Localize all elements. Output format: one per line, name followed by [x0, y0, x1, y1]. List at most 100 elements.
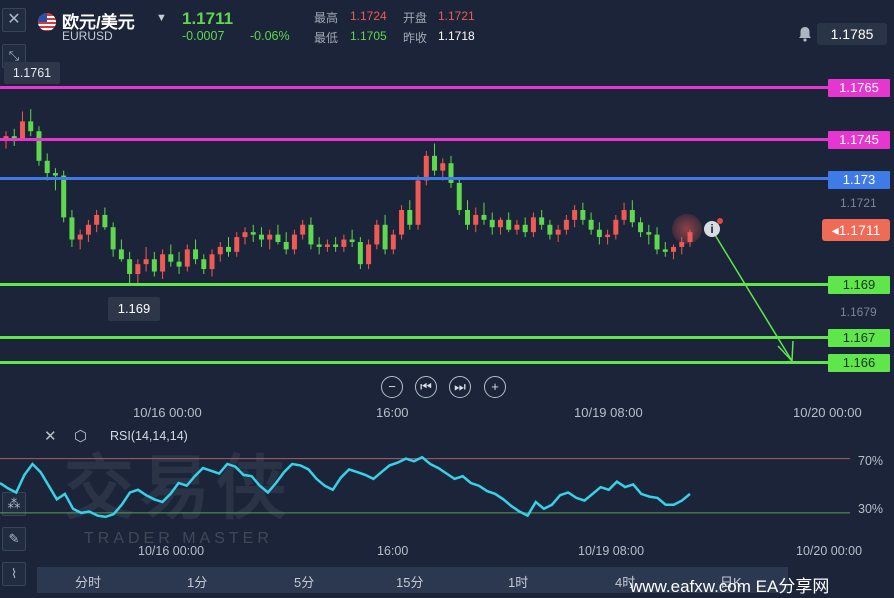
- candle-body: [168, 254, 174, 262]
- candle-body: [539, 217, 545, 225]
- open-label: 开盘: [403, 11, 428, 25]
- candle-body: [464, 210, 470, 225]
- candle-body: [226, 246, 232, 252]
- candle-body: [671, 246, 677, 252]
- candle-body: [242, 232, 248, 238]
- candle-body: [143, 259, 149, 265]
- prev-close-label: 昨收: [403, 31, 428, 45]
- high-value: 1.1724: [350, 9, 387, 23]
- close-icon[interactable]: ✕: [2, 8, 26, 32]
- high-label: 最高: [314, 11, 339, 25]
- candle-body: [662, 249, 668, 252]
- open-value: 1.1721: [438, 9, 475, 23]
- candle-body: [349, 239, 355, 242]
- tf-5m[interactable]: 5分: [294, 572, 314, 591]
- current-price: 1.1711: [182, 9, 234, 28]
- candle-body: [184, 249, 190, 267]
- candle-body: [151, 259, 157, 272]
- level-label-1745: 1.1745: [828, 131, 890, 149]
- candle-body: [481, 214, 487, 220]
- close-rsi-icon[interactable]: ✕: [44, 427, 57, 445]
- tf-15m[interactable]: 15分: [396, 572, 423, 591]
- candle-body: [621, 210, 627, 220]
- candle-body: [382, 224, 388, 250]
- rsi-time-2: 16:00: [377, 544, 409, 558]
- candle-body: [432, 155, 438, 171]
- prev-close-value: 1.1718: [438, 29, 475, 43]
- candle-body: [390, 234, 396, 250]
- time-label-4: 10/20 00:00: [793, 405, 862, 420]
- candle-body: [638, 222, 644, 233]
- candle-body: [629, 210, 635, 223]
- jump-start-button[interactable]: ⏮: [415, 376, 437, 398]
- candle-body: [316, 244, 322, 247]
- candle-body: [374, 224, 380, 245]
- candle-body: [258, 234, 264, 240]
- candle-body: [234, 237, 240, 252]
- chart-app: ✕ 欧元/美元 ▼ EURUSD 1.1711 -0.0007 -0.06% 最…: [0, 0, 894, 598]
- candle-body: [217, 246, 223, 255]
- rsi-line: [0, 455, 691, 519]
- candle-body: [588, 219, 594, 230]
- candle-body: [440, 163, 446, 171]
- candle-body: [44, 160, 50, 174]
- candle-body: [283, 242, 289, 250]
- candle-body: [489, 219, 495, 228]
- price-change-pct: -0.06%: [250, 29, 290, 43]
- live-price-glow: [672, 214, 702, 244]
- chevron-down-icon[interactable]: ▼: [156, 12, 167, 24]
- candle-body: [522, 224, 528, 233]
- zoom-out-button[interactable]: −: [381, 376, 403, 398]
- draw-tool-icon[interactable]: ⌇: [2, 562, 26, 586]
- level-label-173: 1.173: [828, 171, 890, 189]
- candle-body: [530, 217, 536, 233]
- candle-body: [514, 224, 520, 230]
- resistance-line-1765[interactable]: [0, 86, 828, 89]
- level-label-169: 1.169: [828, 276, 890, 294]
- candle-body: [506, 219, 512, 230]
- candle-body: [135, 264, 141, 274]
- rsi-time-4: 10/20 00:00: [796, 544, 863, 558]
- low-label: 最低: [314, 31, 339, 45]
- axis-label-1679: 1.1679: [840, 305, 877, 319]
- candle-body: [118, 249, 124, 260]
- rsi-chart[interactable]: [0, 445, 886, 540]
- candle-body: [209, 254, 215, 270]
- candle-body: [267, 234, 273, 240]
- price-change: -0.0007: [182, 29, 225, 43]
- candle-body: [308, 224, 314, 245]
- candle-body: [300, 224, 306, 235]
- candle-body: [654, 234, 660, 250]
- candle-body: [646, 232, 652, 235]
- candle-body: [52, 173, 58, 176]
- time-label-3: 10/19 08:00: [574, 405, 643, 420]
- level-label-1765: 1.1765: [828, 79, 890, 97]
- tf-1m[interactable]: 1分: [187, 572, 207, 591]
- candle-body: [102, 214, 108, 228]
- axis-label-1721: 1.1721: [840, 196, 877, 210]
- tf-tick[interactable]: 分时: [75, 572, 101, 591]
- current-price-tag: ◂1.1711: [822, 219, 890, 241]
- candle-body: [94, 214, 100, 225]
- candle-body: [572, 210, 578, 220]
- candle-body: [497, 219, 503, 228]
- footer-watermark: www.eafxw.com EA分享网: [630, 577, 830, 596]
- candle-body: [333, 244, 339, 247]
- time-label-2: 16:00: [376, 405, 409, 420]
- resistance-line-1745[interactable]: [0, 138, 828, 141]
- tf-1h[interactable]: 1时: [508, 572, 528, 591]
- zoom-in-button[interactable]: +: [484, 376, 506, 398]
- top-price-label: 1.1785: [817, 23, 887, 45]
- candle-body: [366, 244, 372, 265]
- level-line-173[interactable]: [0, 177, 828, 180]
- candle-body: [28, 121, 34, 132]
- rsi-level-70: 70%: [858, 454, 884, 468]
- candle-body: [69, 217, 75, 240]
- bell-icon[interactable]: [795, 26, 815, 44]
- candle-body: [85, 224, 91, 235]
- jump-end-button[interactable]: ⏭: [449, 376, 471, 398]
- candle-body: [399, 210, 405, 235]
- candle-body: [110, 227, 116, 250]
- candle-body: [555, 229, 561, 235]
- candle-body: [563, 219, 569, 230]
